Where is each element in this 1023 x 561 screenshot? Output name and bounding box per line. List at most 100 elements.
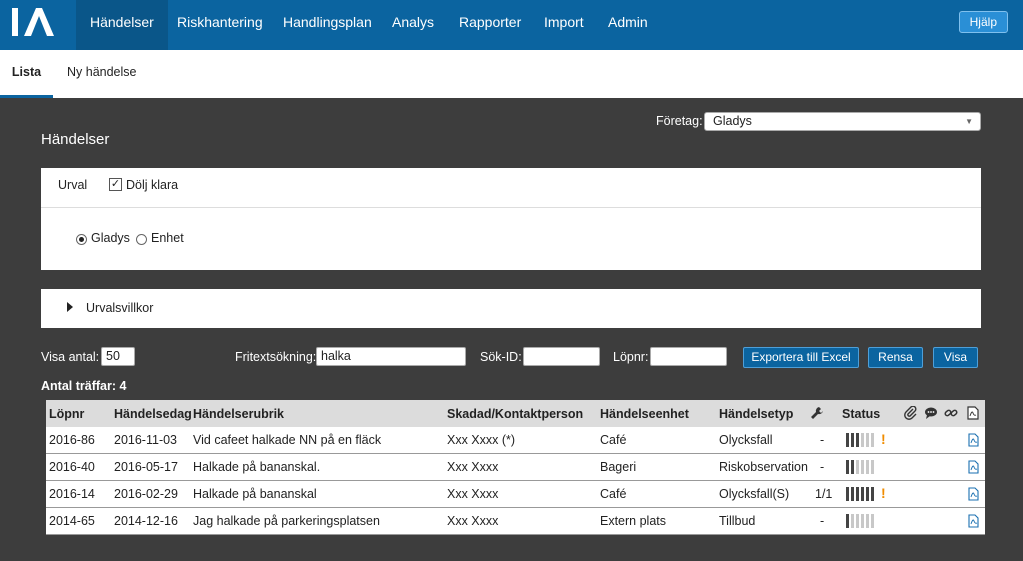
- cell-person: Xxx Xxxx: [447, 514, 499, 528]
- nav-analys[interactable]: Analys: [378, 0, 448, 50]
- cell-tool: -: [820, 460, 825, 474]
- cell-date: 2016-05-17: [114, 460, 178, 474]
- cell-title[interactable]: Halkade på bananskal: [193, 487, 317, 501]
- cell-title[interactable]: Halkade på bananskal.: [193, 460, 320, 474]
- status-bar: [871, 487, 874, 501]
- status-bar: [871, 514, 874, 528]
- header-unit[interactable]: Händelseenhet: [600, 407, 689, 421]
- urval-row: Urval ✓ Dölj klara: [41, 168, 981, 208]
- header-type[interactable]: Händelsetyp: [719, 407, 793, 421]
- hit-count: Antal träffar: 4: [41, 379, 127, 393]
- status-bar: [851, 514, 854, 528]
- company-select[interactable]: Gladys ▼: [704, 112, 981, 131]
- header-status[interactable]: Status: [842, 407, 880, 421]
- sub-tabs: Lista Ny händelse: [0, 50, 1023, 98]
- page-title: Händelser: [41, 131, 110, 148]
- alert-icon: !: [881, 485, 886, 501]
- cell-type: Olycksfall(S): [719, 487, 790, 501]
- top-navigation: Händelser Riskhantering Handlingsplan An…: [0, 0, 1023, 50]
- expand-triangle-icon[interactable]: [67, 302, 73, 312]
- status-bar: [851, 460, 854, 474]
- cell-lopnr: 2016-14: [49, 487, 95, 501]
- ia-logo[interactable]: [10, 6, 56, 38]
- status-bar: [846, 487, 849, 501]
- table-row[interactable]: 2016-14 2016-02-29 Halkade på bananskal Xxx…: [46, 481, 985, 508]
- cell-lopnr: 2014-65: [49, 514, 95, 528]
- pdf-icon[interactable]: [968, 460, 979, 474]
- hide-done-checkbox[interactable]: ✓: [109, 178, 122, 191]
- nav-handlingsplan[interactable]: Handlingsplan: [269, 0, 386, 50]
- status-bar: [856, 514, 859, 528]
- tab-ny-handelse[interactable]: Ny händelse: [57, 50, 147, 98]
- freetext-input[interactable]: halka: [316, 347, 466, 366]
- help-button[interactable]: Hjälp: [958, 11, 1008, 33]
- radio-gladys-label[interactable]: Gladys: [91, 231, 130, 245]
- hide-done-label[interactable]: Dölj klara: [126, 178, 178, 192]
- show-button[interactable]: Visa: [933, 347, 978, 368]
- paperclip-icon: [904, 406, 917, 420]
- status-bar: [871, 460, 874, 474]
- link-icon: [944, 409, 958, 417]
- cell-tool: -: [820, 433, 825, 447]
- cell-tool: -: [820, 514, 825, 528]
- nav-handelser[interactable]: Händelser: [76, 0, 168, 50]
- urval-panel: Urval ✓ Dölj klara Gladys Enhet: [41, 168, 981, 270]
- status-bar: [866, 487, 869, 501]
- cell-title[interactable]: Vid cafeet halkade NN på en fläck: [193, 433, 381, 447]
- lopnr-input[interactable]: [650, 347, 727, 366]
- status-bar: [851, 487, 854, 501]
- cell-type: Riskobservation: [719, 460, 808, 474]
- urvalsvillkor-panel[interactable]: Urvalsvillkor: [41, 289, 981, 328]
- cell-date: 2014-12-16: [114, 514, 178, 528]
- pdf-icon[interactable]: [968, 433, 979, 447]
- radio-enhet[interactable]: [136, 234, 147, 245]
- status-bar: [866, 433, 869, 447]
- cell-person: Xxx Xxxx: [447, 487, 499, 501]
- cell-title[interactable]: Jag halkade på parkeringsplatsen: [193, 514, 380, 528]
- pdf-icon[interactable]: [968, 514, 979, 528]
- nav-rapporter[interactable]: Rapporter: [445, 0, 535, 50]
- header-lopnr[interactable]: Löpnr: [49, 407, 84, 421]
- urval-label: Urval: [58, 178, 88, 192]
- nav-admin[interactable]: Admin: [594, 0, 662, 50]
- clear-button[interactable]: Rensa: [868, 347, 923, 368]
- status-bar: [846, 460, 849, 474]
- cell-person: Xxx Xxxx: [447, 460, 499, 474]
- comment-icon: [925, 407, 937, 419]
- status-bar: [851, 433, 854, 447]
- cell-lopnr: 2016-86: [49, 433, 95, 447]
- alert-icon: !: [881, 431, 886, 447]
- chevron-down-icon: ▼: [965, 117, 973, 126]
- status-bar: [846, 514, 849, 528]
- table-header: Löpnr Händelsedag Händelserubrik Skadad/…: [46, 400, 985, 427]
- status-bar: [861, 460, 864, 474]
- tab-lista[interactable]: Lista: [0, 50, 53, 98]
- table-row[interactable]: 2016-86 2016-11-03 Vid cafeet halkade NN p…: [46, 427, 985, 454]
- status-bar: [856, 433, 859, 447]
- cell-type: Olycksfall: [719, 433, 773, 447]
- searchid-input[interactable]: [523, 347, 600, 366]
- status-bar: [856, 487, 859, 501]
- cell-type: Tillbud: [719, 514, 756, 528]
- radio-enhet-label[interactable]: Enhet: [151, 231, 184, 245]
- cell-unit: Café: [600, 433, 627, 447]
- header-date[interactable]: Händelsedag: [114, 407, 192, 421]
- cell-unit: Café: [600, 487, 627, 501]
- nav-riskhantering[interactable]: Riskhantering: [163, 0, 277, 50]
- cell-unit: Extern plats: [600, 514, 667, 528]
- radio-gladys[interactable]: [76, 234, 87, 245]
- nav-import[interactable]: Import: [530, 0, 598, 50]
- pdf-icon[interactable]: [968, 487, 979, 501]
- cell-tool: 1/1: [815, 487, 833, 501]
- header-title[interactable]: Händelserubrik: [193, 407, 284, 421]
- urvalsvillkor-label[interactable]: Urvalsvillkor: [86, 301, 153, 315]
- searchid-label: Sök-ID:: [480, 350, 522, 364]
- status-bar: [861, 487, 864, 501]
- table-row[interactable]: 2014-65 2014-12-16 Jag halkade på parkerin…: [46, 508, 985, 535]
- export-excel-button[interactable]: Exportera till Excel: [743, 347, 859, 368]
- header-person[interactable]: Skadad/Kontaktperson: [447, 407, 583, 421]
- status-bar: [846, 433, 849, 447]
- table-row[interactable]: 2016-40 2016-05-17 Halkade på bananskal. Xx…: [46, 454, 985, 481]
- wrench-icon: [811, 407, 823, 419]
- count-input[interactable]: 50: [101, 347, 135, 366]
